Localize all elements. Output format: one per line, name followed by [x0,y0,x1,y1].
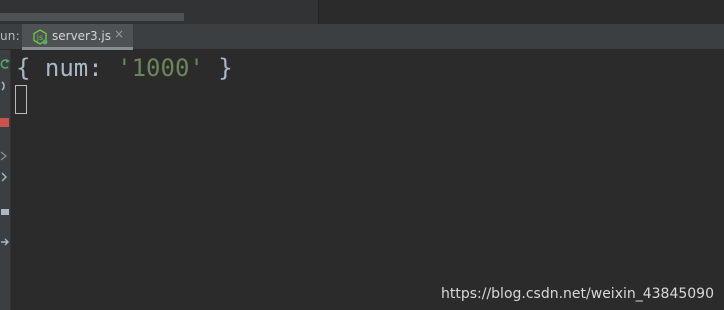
console-output[interactable]: { num: '1000' } https://blog.csdn.net/we… [11,50,724,310]
restart-icon[interactable] [0,80,10,92]
print-icon[interactable] [0,206,10,218]
editor-top-strip [0,0,724,24]
watermark: https://blog.csdn.net/weixin_43845090 [440,286,714,302]
run-tab-bar: un: js server3.js × [0,24,724,50]
tab-server3-js[interactable]: js server3.js × [22,24,133,50]
settings-arrow-icon[interactable] [0,236,10,248]
string-value: '1000' [117,54,204,82]
rerun-icon[interactable] [0,58,10,70]
pane-divider[interactable] [318,0,319,24]
stop-icon[interactable] [0,116,10,128]
run-toolbar [0,50,11,310]
tab-label: server3.js [52,29,112,43]
nodejs-icon: js [32,29,48,45]
console-line: { num: '1000' } [16,53,233,83]
run-label: un: [0,29,20,43]
open-brace: { [16,54,45,82]
object-key: num: [44,54,118,82]
horizontal-scrollbar[interactable] [0,13,184,21]
svg-text:js: js [36,33,43,42]
close-icon[interactable]: × [114,27,124,41]
pin-icon[interactable] [0,150,10,162]
ide-window: un: js server3.js × {num: '1000'} http… [0,0,724,310]
close-brace: } [203,54,233,82]
scroll-to-end-icon[interactable] [0,170,10,182]
input-cursor[interactable] [15,85,27,114]
